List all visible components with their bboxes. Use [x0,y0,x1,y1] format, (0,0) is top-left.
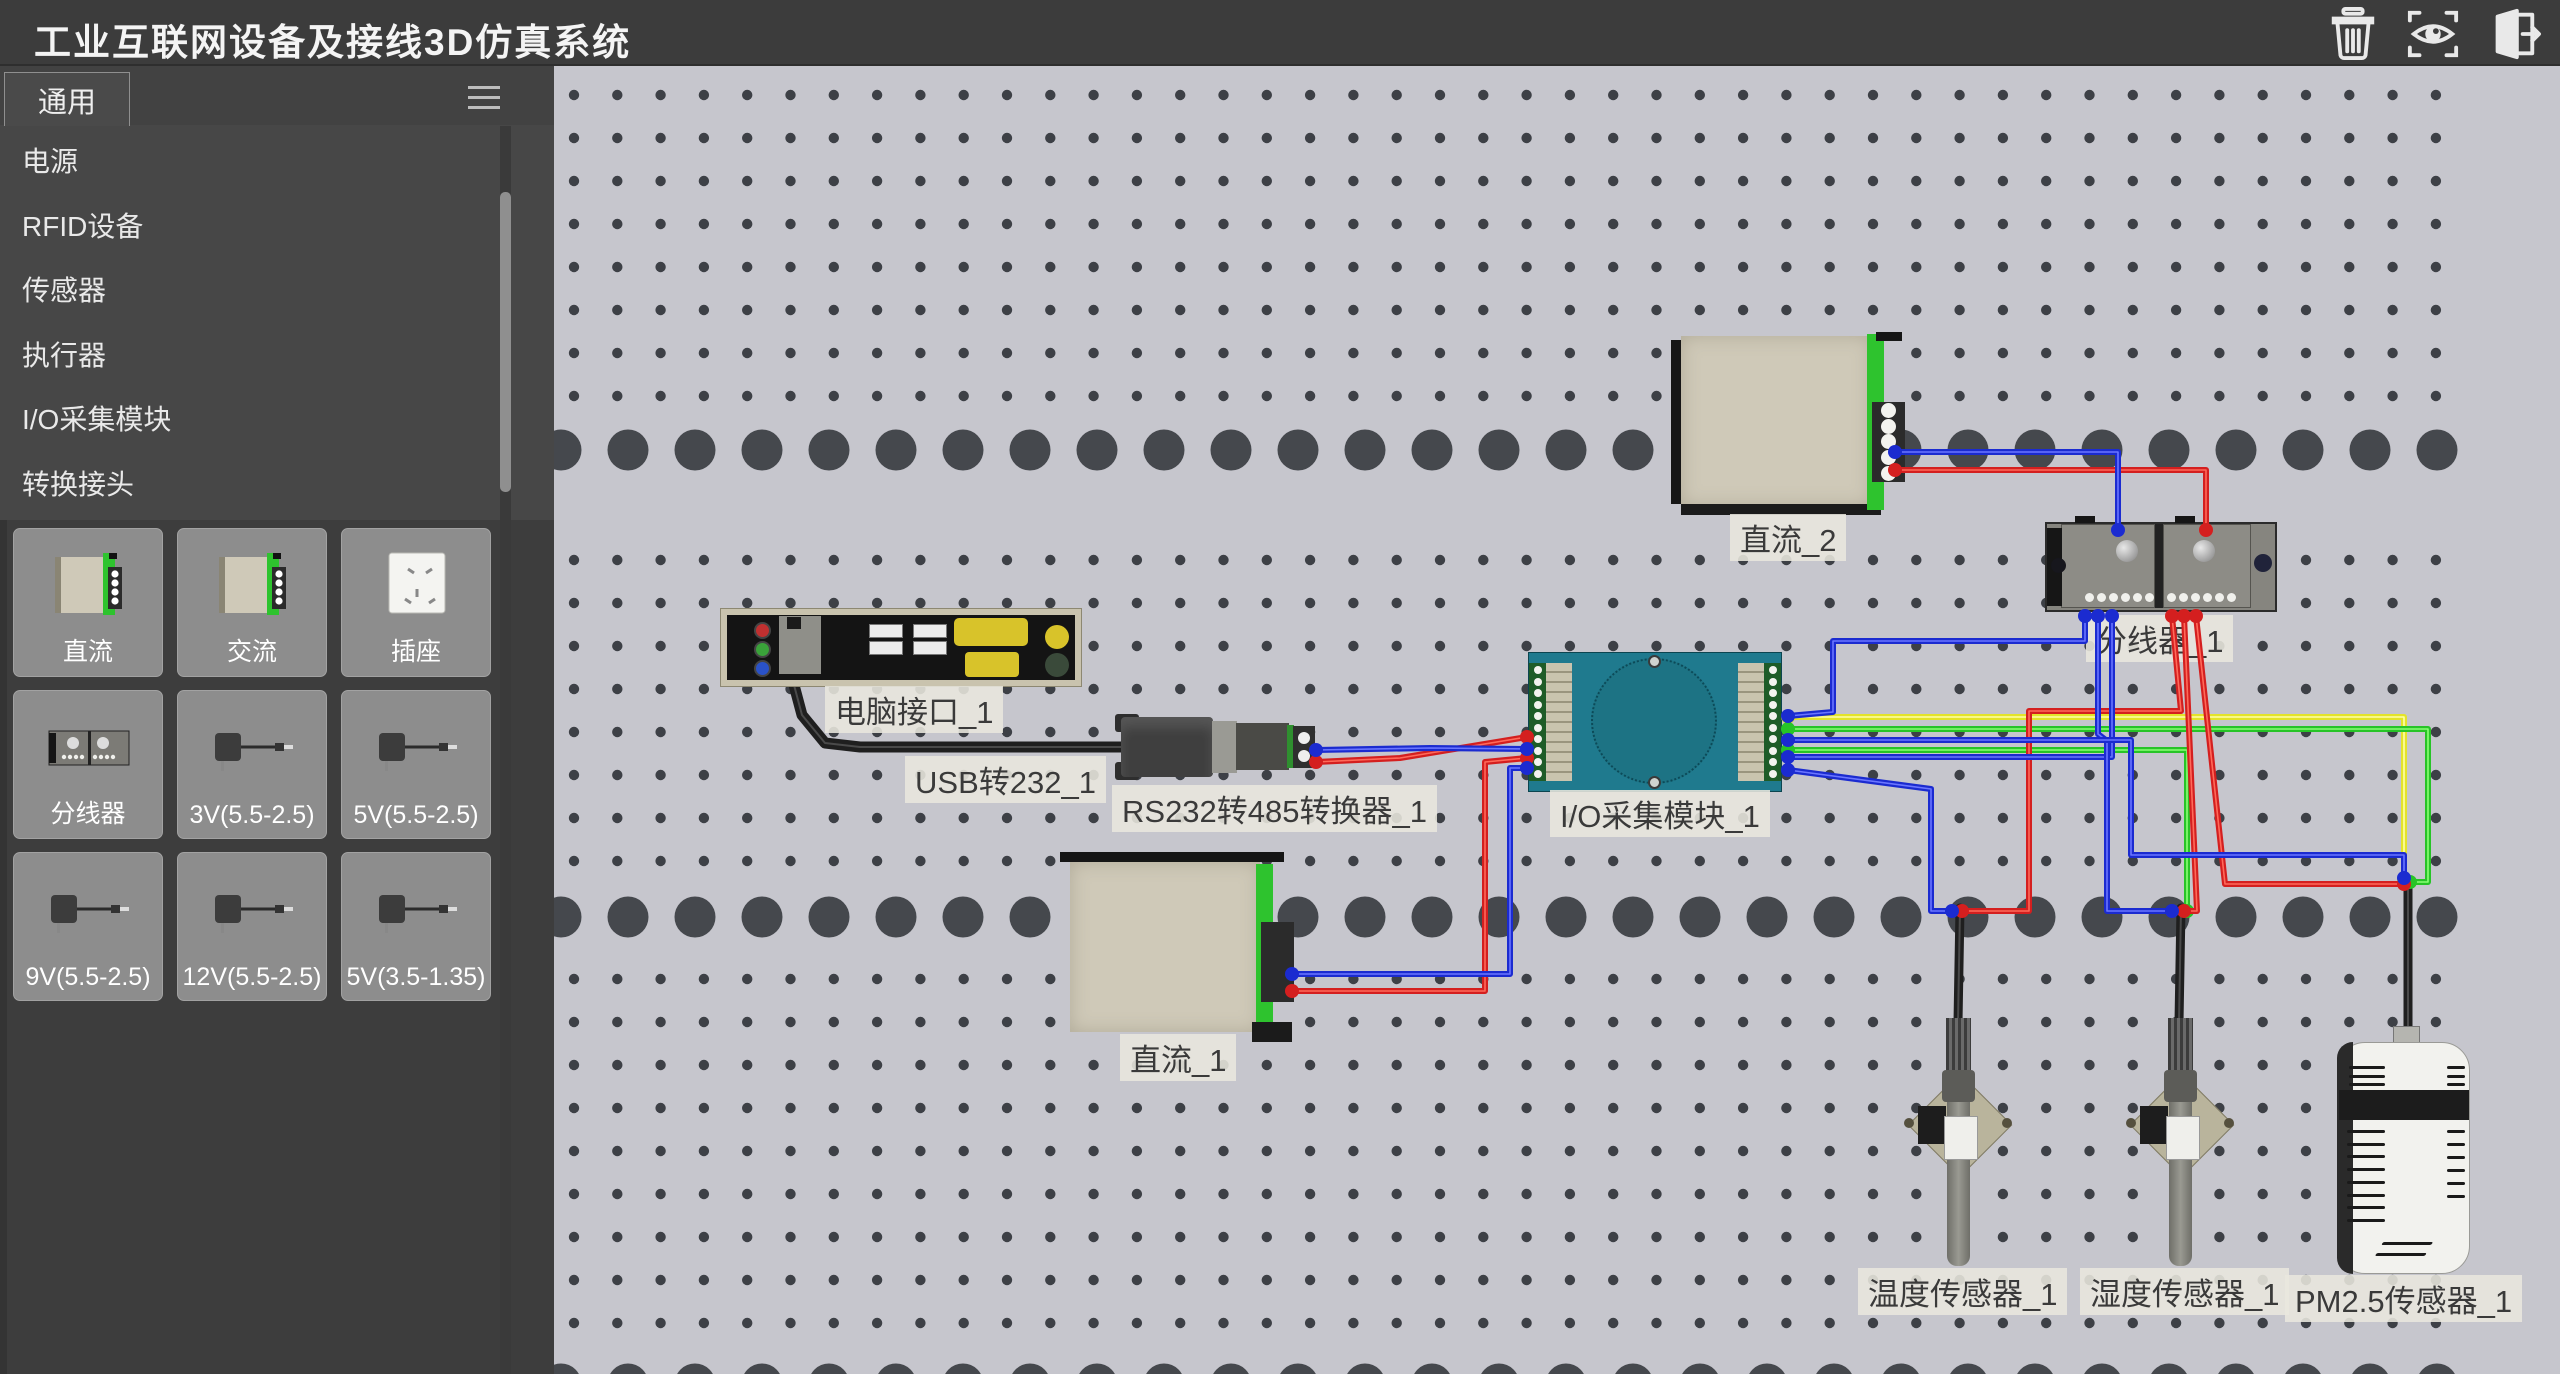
device-label: PM2.5传感器_1 [2285,1275,2522,1322]
palette-item-icon [203,861,303,961]
device-label: 直流_1 [1120,1034,1236,1081]
exit-icon[interactable] [2484,7,2542,61]
palette-item-icon [39,699,139,799]
palette-item-label: 5V(5.5-2.5) [342,801,490,830]
menu-list: 电源RFID设备传感器执行器I/O采集模块转换接头 [0,130,496,517]
top-bar: 工业互联网设备及接线3D仿真系统 [0,0,2560,66]
device-label: I/O采集模块_1 [1550,790,1770,837]
device-label: 温度传感器_1 [1858,1268,2067,1315]
palette-item-icon [367,537,467,637]
device-io-module-1[interactable] [1528,652,1782,792]
device-label: 分线器_1 [2086,615,2233,662]
device-pc-interface-1[interactable] [720,608,1082,687]
device-splitter-1[interactable] [2045,520,2277,614]
category-menu: 通用 电源RFID设备传感器执行器I/O采集模块转换接头 [0,66,554,520]
palette-item-icon [367,699,467,799]
view-focus-icon[interactable] [2404,7,2462,61]
palette-item-9V(5.5-2.5)[interactable]: 9V(5.5-2.5) [13,852,163,1001]
trash-icon[interactable] [2324,7,2382,61]
palette-item-icon [39,537,139,637]
palette-item-插座[interactable]: 插座 [341,528,491,677]
device-dc-power-2[interactable] [1671,332,1905,532]
sidebar-menu-item-转换接头[interactable]: 转换接头 [0,453,496,518]
scrollbar-thumb[interactable] [500,192,511,492]
tab-common[interactable]: 通用 [4,72,130,126]
sidebar-menu-item-电源[interactable]: 电源 [0,130,496,195]
palette-item-label: 12V(5.5-2.5) [178,963,326,992]
palette-item-5V(3.5-1.35)[interactable]: 5V(3.5-1.35) [341,852,491,1001]
palette-item-12V(5.5-2.5)[interactable]: 12V(5.5-2.5) [177,852,327,1001]
app-title: 工业互联网设备及接线3D仿真系统 [34,12,631,66]
palette-item-label: 交流 [178,632,326,668]
device-pm25-sensor-1[interactable] [2335,1026,2472,1276]
device-label: USB转232_1 [905,756,1106,803]
sidebar-menu-item-RFID设备[interactable]: RFID设备 [0,195,496,260]
palette-item-label: 直流 [14,632,162,668]
tab-row: 通用 [0,66,554,125]
sidebar-menu-item-传感器[interactable]: 传感器 [0,259,496,324]
component-palette: 直流 交流 插座 分线器 3V(5.5-2.5) 5V(5.5-2.5) 9V(… [13,528,513,1014]
workspace-canvas[interactable]: 直流_2 分线器_1 电脑接口_1 USB转232_1 RS232转485转换器… [554,66,2560,1374]
device-label: RS232转485转换器_1 [1112,785,1437,832]
palette-item-icon [203,699,303,799]
palette-item-分线器[interactable]: 分线器 [13,690,163,839]
device-rs232-485-converter-1[interactable] [1115,712,1325,784]
palette-item-直流[interactable]: 直流 [13,528,163,677]
device-humidity-sensor-1[interactable] [2122,1018,2238,1280]
device-label: 湿度传感器_1 [2080,1268,2289,1315]
device-label: 直流_2 [1730,514,1846,561]
palette-item-label: 9V(5.5-2.5) [14,963,162,992]
device-temperature-sensor-1[interactable] [1900,1018,2016,1280]
palette-item-icon [39,861,139,961]
device-label: 电脑接口_1 [825,686,1003,733]
palette-item-label: 分线器 [14,794,162,830]
palette-item-icon [367,861,467,961]
device-dc-power-1[interactable] [1060,852,1294,1052]
sidebar-menu-item-执行器[interactable]: 执行器 [0,324,496,389]
palette-item-icon [203,537,303,637]
palette-item-label: 插座 [342,632,490,668]
palette-item-label: 3V(5.5-2.5) [178,801,326,830]
palette-item-label: 5V(3.5-1.35) [342,963,490,992]
palette-item-交流[interactable]: 交流 [177,528,327,677]
menu-icon[interactable] [468,86,500,110]
sidebar: 通用 电源RFID设备传感器执行器I/O采集模块转换接头 直流 交流 插座 分线… [0,66,554,1374]
sidebar-menu-item-I/O采集模块[interactable]: I/O采集模块 [0,388,496,453]
palette-item-5V(5.5-2.5)[interactable]: 5V(5.5-2.5) [341,690,491,839]
palette-item-3V(5.5-2.5)[interactable]: 3V(5.5-2.5) [177,690,327,839]
